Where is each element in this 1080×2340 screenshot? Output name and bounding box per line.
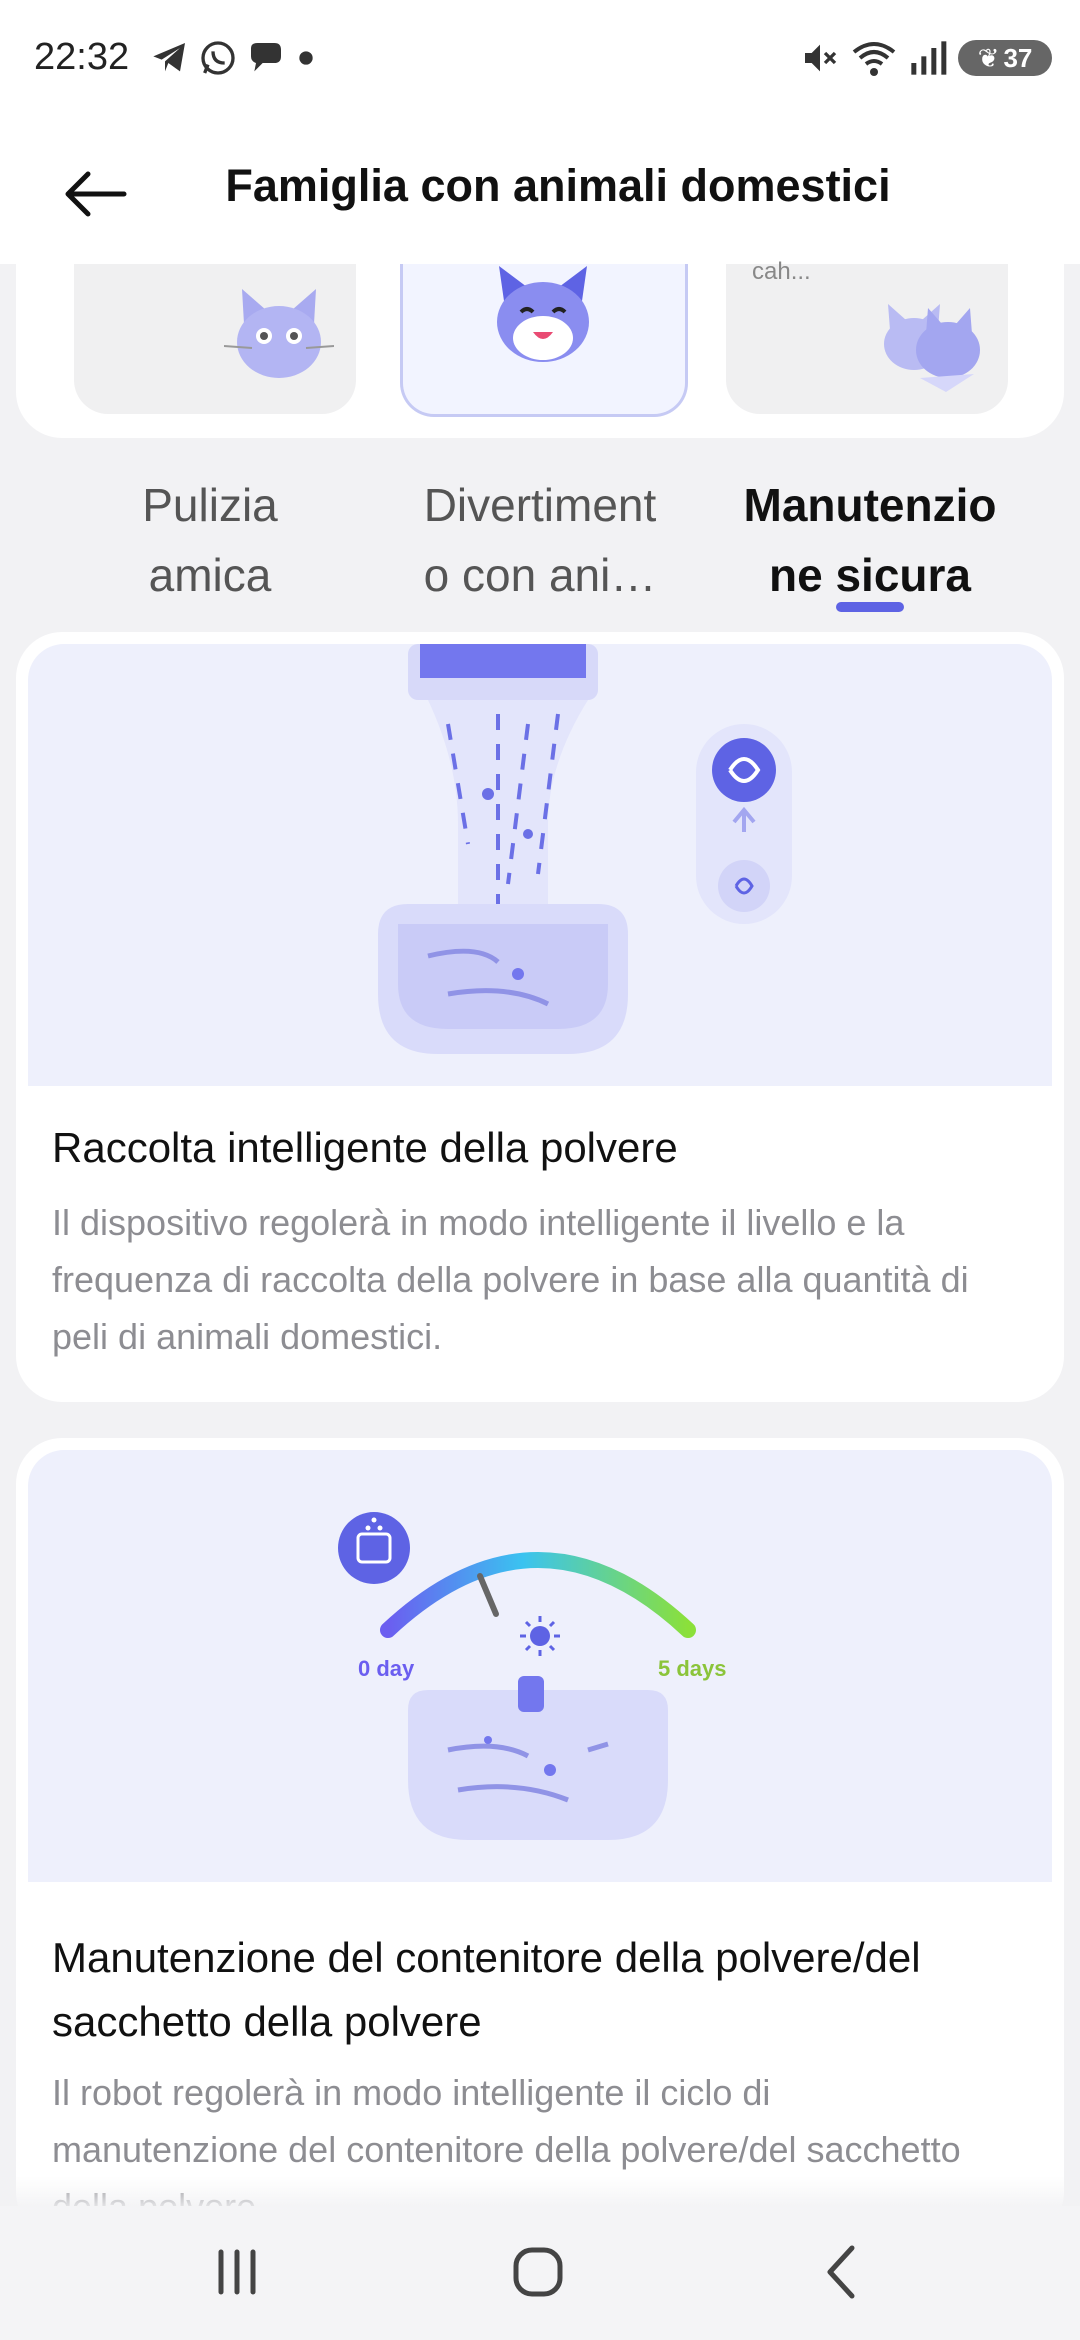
system-nav-bar bbox=[0, 2206, 1080, 2340]
battery-level: 37 bbox=[1003, 42, 1033, 73]
page-title: Famiglia con animali domestici bbox=[225, 160, 891, 211]
tab-label-line: Divertiment bbox=[423, 479, 657, 531]
mode-selector: cah... bbox=[16, 230, 1064, 438]
cat-icon bbox=[224, 289, 334, 378]
gauge-max-label: 5 days bbox=[658, 1656, 727, 1681]
dustbin-maintenance-illustration: 0 day 5 days bbox=[28, 1450, 1052, 1882]
telegram-icon bbox=[153, 43, 185, 72]
tab-pulizia-amica[interactable]: Pulizia amica bbox=[60, 470, 360, 610]
battery-indicator: ❦ 37 bbox=[958, 40, 1052, 76]
happy-dog-icon bbox=[497, 266, 589, 362]
mute-icon bbox=[805, 44, 837, 72]
wifi-icon bbox=[852, 42, 896, 76]
chat-icon bbox=[251, 43, 281, 72]
recent-apps-icon[interactable] bbox=[207, 2242, 267, 2302]
active-tab-indicator bbox=[836, 602, 904, 612]
notification-icons bbox=[150, 38, 318, 78]
status-bar: 22:32 ❦ 37 bbox=[0, 0, 1080, 124]
dust-collection-graphic bbox=[378, 644, 792, 1054]
card-title: Raccolta intelligente della polvere bbox=[52, 1124, 678, 1171]
mode-tile-cat-pair[interactable]: cah... bbox=[726, 258, 1008, 414]
feature-card-dust-collection: Raccolta intelligente della polvere Il d… bbox=[16, 632, 1064, 1402]
tab-divertimento[interactable]: Divertiment o con ani… bbox=[390, 470, 690, 610]
maintenance-gauge-graphic: 0 day 5 days bbox=[338, 1512, 727, 1840]
mode-tile-cat[interactable] bbox=[74, 264, 356, 414]
signal-icon bbox=[911, 41, 947, 75]
card-description: Il dispositivo regolerà in modo intellig… bbox=[52, 1202, 969, 1357]
home-icon[interactable] bbox=[508, 2242, 568, 2302]
mode-tile-happy-dog[interactable] bbox=[400, 264, 688, 417]
tab-bar: Pulizia amica Divertiment o con ani… Man… bbox=[0, 470, 1080, 620]
tab-label-line: ne sicura bbox=[769, 549, 971, 601]
tab-label-line: Manutenzio bbox=[743, 479, 997, 531]
whatsapp-icon bbox=[201, 41, 235, 75]
tab-label-line: Pulizia bbox=[142, 479, 278, 531]
status-time: 22:32 bbox=[34, 36, 130, 78]
system-icons: ❦ 37 bbox=[800, 38, 1052, 78]
feature-card-dustbin-maintenance: 0 day 5 days Manutenzione del contenitor… bbox=[16, 1438, 1064, 2238]
more-notifications-icon bbox=[299, 51, 313, 65]
battery-saver-icon: ❦ bbox=[977, 42, 1000, 73]
dust-collection-illustration bbox=[28, 644, 1052, 1086]
tab-label-line: o con ani… bbox=[423, 549, 657, 601]
cat-pair-icon bbox=[884, 304, 980, 392]
back-nav-icon[interactable] bbox=[812, 2242, 872, 2302]
card-title: Manutenzione del contenitore della polve… bbox=[52, 1934, 921, 2045]
mode-tile-label: cah... bbox=[752, 258, 811, 285]
tab-label-line: amica bbox=[148, 549, 272, 601]
gauge-min-label: 0 day bbox=[358, 1656, 415, 1681]
tab-manutenzione-sicura[interactable]: Manutenzio ne sicura bbox=[720, 470, 1020, 610]
